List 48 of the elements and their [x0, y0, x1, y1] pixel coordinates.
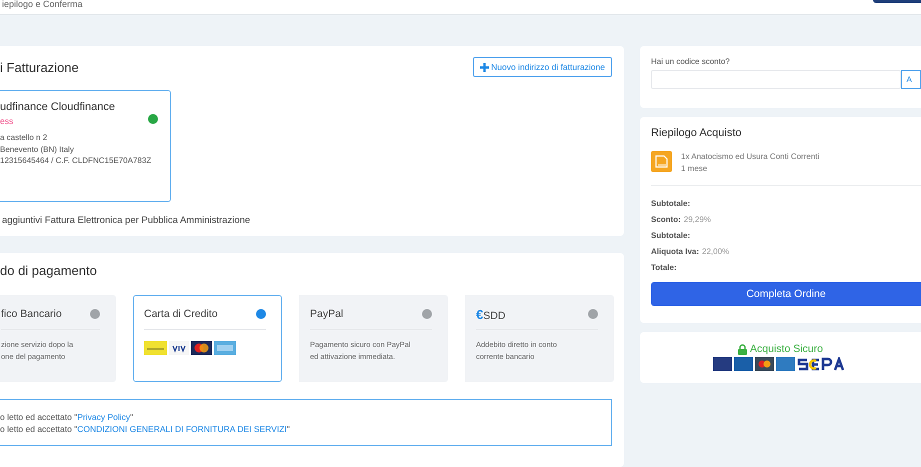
method-title: Carta di Credito — [144, 308, 218, 320]
radio-dot[interactable] — [256, 309, 266, 319]
radio-dot[interactable] — [422, 309, 432, 319]
section-title: i Fatturazione — [0, 60, 79, 74]
summary-row-text: Sconto: 29,29% — [651, 214, 712, 226]
consent-link[interactable]: CONDIZIONI GENERALI DI FORNITURA DEI SERVIZI — [77, 424, 287, 434]
summary-row-text: Subtotale: — [651, 230, 692, 242]
new-address-button[interactable]: Nuovo indirizzo di fatturazione — [473, 57, 612, 77]
secure-title: Acquisto Sicuro — [750, 343, 823, 355]
einvoice-label: aggiuntivi Fattura Elettronica per Pubblica Amministrazione — [1, 215, 252, 226]
address-line: a castello n 2 — [0, 132, 48, 144]
summary-title: Riepilogo Acquisto — [651, 127, 743, 139]
method-title: €SDD — [476, 306, 506, 322]
product-period: 1 mese — [681, 163, 708, 175]
address-card[interactable]: udfinance Cloudfinance ess a castello n 2 Benevento (BN) Italy 12315645464 / C.F. CLDFNC15E70A783Z — [0, 90, 171, 202]
summary-row-text: Subtotale: — [651, 198, 692, 210]
card-logo-icon — [169, 341, 189, 355]
quote-mark: " — [286, 424, 290, 434]
consent-link[interactable]: Privacy Policy — [77, 412, 130, 422]
status-dot — [148, 114, 158, 124]
lock-icon — [738, 344, 748, 354]
header-button[interactable] — [873, 0, 921, 3]
method-title: fico Bancario — [1, 308, 62, 320]
apply-button[interactable]: A — [901, 70, 921, 89]
address-line: Benevento (BN) Italy — [0, 144, 75, 155]
step-label: iepilogo e Conferma — [1, 0, 83, 9]
discount-label: Hai un codice sconto? — [651, 57, 731, 66]
address-line: 12315645464 / C.F. CLDFNC15E70A783Z — [0, 155, 152, 166]
address-tag: ess — [0, 116, 14, 126]
discount-field[interactable] — [651, 70, 902, 89]
summary-row-text: Totale: — [651, 262, 678, 274]
complete-order-button[interactable]: Completa Ordine — [651, 282, 921, 306]
card-logo-icon — [144, 341, 167, 355]
radio-dot[interactable] — [90, 309, 100, 319]
payment-method[interactable]: Carta di Credito — [133, 295, 282, 382]
plus-icon — [480, 62, 490, 72]
card-logo-icon — [191, 341, 212, 355]
quote-mark: " — [130, 412, 134, 422]
radio-dot[interactable] — [588, 309, 598, 319]
address-name: udfinance Cloudfinance — [0, 101, 116, 113]
card-logo-icon — [214, 341, 236, 355]
section-title: do di pagamento — [0, 263, 98, 278]
summary-row-text: Aliquota Iva: 22,00% — [651, 246, 730, 258]
consent-text: o letto ed accettato " — [0, 412, 78, 422]
product-icon — [651, 151, 672, 172]
consent-text: o letto ed accettato " — [0, 424, 78, 434]
product-name: 1x Anatocismo ed Usura Conti Correnti — [681, 151, 820, 163]
method-title: PayPal — [310, 308, 344, 320]
